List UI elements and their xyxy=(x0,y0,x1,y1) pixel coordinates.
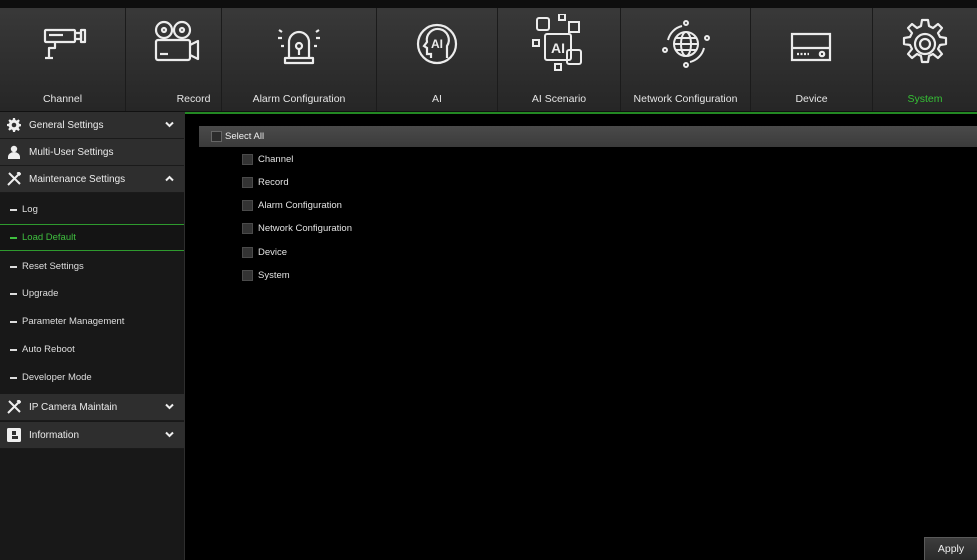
sidebar-item-label: Auto Reboot xyxy=(22,344,75,355)
gear-icon xyxy=(7,118,21,132)
option-checkbox[interactable] xyxy=(242,153,253,165)
nav-label: Network Configuration xyxy=(633,93,738,105)
option-checkbox[interactable] xyxy=(242,246,253,258)
apply-button[interactable]: Apply xyxy=(924,537,977,560)
alarm-siren-icon xyxy=(269,14,329,74)
option-network-configuration[interactable]: Network Configuration xyxy=(242,221,352,235)
top-strip xyxy=(0,0,977,8)
sidebar-information[interactable]: Information xyxy=(0,422,184,449)
option-label: Alarm Configuration xyxy=(258,199,342,211)
option-checkbox[interactable] xyxy=(242,176,253,188)
sidebar-item-developer-mode[interactable]: Developer Mode xyxy=(0,364,184,391)
nav-channel[interactable]: Channel xyxy=(0,8,126,111)
dash-icon xyxy=(10,376,17,379)
gear-icon xyxy=(895,14,955,74)
option-label: Network Configuration xyxy=(258,222,352,234)
option-label: Channel xyxy=(258,153,294,165)
dash-icon xyxy=(10,292,17,295)
svg-text:AI: AI xyxy=(431,37,443,51)
nav-label: AI xyxy=(432,93,442,105)
sidebar-item-label: Reset Settings xyxy=(22,261,84,272)
nav-label: Alarm Configuration xyxy=(252,93,346,105)
sidebar: General Settings Multi-User Settings Mai… xyxy=(0,112,185,560)
nav-ai-scenario[interactable]: AI AI Scenario xyxy=(498,8,621,111)
chevron-down-icon xyxy=(165,121,174,128)
cctv-camera-icon xyxy=(33,14,93,74)
option-channel[interactable]: Channel xyxy=(242,152,293,166)
dash-icon xyxy=(10,236,17,239)
sidebar-item-log[interactable]: Log xyxy=(0,196,184,223)
option-record[interactable]: Record xyxy=(242,175,289,189)
select-all-row[interactable]: Select All xyxy=(199,126,977,147)
ai-head-icon: AI xyxy=(407,14,467,74)
sidebar-head-label: General Settings xyxy=(29,119,104,131)
select-all-label: Select All xyxy=(225,131,265,142)
tools-icon xyxy=(7,400,21,414)
nav-device[interactable]: Device xyxy=(751,8,873,111)
sidebar-item-load-default[interactable]: Load Default xyxy=(0,224,184,251)
chevron-down-icon xyxy=(165,431,174,438)
sidebar-item-label: Developer Mode xyxy=(22,372,92,383)
option-label: Device xyxy=(258,246,288,258)
sidebar-general-settings[interactable]: General Settings xyxy=(0,112,184,139)
nav-label: System xyxy=(907,93,943,105)
option-alarm-configuration[interactable]: Alarm Configuration xyxy=(242,198,342,212)
nav-ai[interactable]: AI AI xyxy=(377,8,498,111)
tools-icon xyxy=(7,172,21,186)
nav-system[interactable]: System xyxy=(873,8,977,111)
chevron-down-icon xyxy=(165,403,174,410)
option-label: Record xyxy=(258,176,289,188)
svg-text:AI: AI xyxy=(551,40,565,56)
user-icon xyxy=(7,145,21,159)
option-label: System xyxy=(258,269,290,281)
sidebar-head-label: IP Camera Maintain xyxy=(29,401,118,413)
film-camera-icon xyxy=(144,14,204,74)
option-system[interactable]: System xyxy=(242,268,290,282)
dash-icon xyxy=(10,265,17,268)
chevron-up-icon xyxy=(165,175,174,182)
select-all-checkbox[interactable] xyxy=(211,131,222,142)
option-device[interactable]: Device xyxy=(242,245,287,259)
info-icon xyxy=(7,428,21,442)
nav-label: Device xyxy=(795,93,828,105)
ai-scenario-icon: AI xyxy=(529,13,589,74)
dash-icon xyxy=(10,320,17,323)
sidebar-maintenance-settings[interactable]: Maintenance Settings xyxy=(0,166,184,193)
sidebar-item-label: Parameter Management xyxy=(22,316,125,327)
sidebar-item-label: Log xyxy=(22,204,38,215)
dash-icon xyxy=(10,348,17,351)
sidebar-head-label: Multi-User Settings xyxy=(29,146,114,158)
active-panel-border xyxy=(185,112,977,114)
sidebar-item-reset-settings[interactable]: Reset Settings xyxy=(0,253,184,280)
nav-alarm-configuration[interactable]: Alarm Configuration xyxy=(222,8,377,111)
network-globe-icon xyxy=(656,14,716,74)
nav-label: AI Scenario xyxy=(531,93,587,105)
sidebar-item-auto-reboot[interactable]: Auto Reboot xyxy=(0,336,184,363)
option-checkbox[interactable] xyxy=(242,199,253,211)
nav-label: Channel xyxy=(42,93,83,105)
sidebar-multi-user-settings[interactable]: Multi-User Settings xyxy=(0,139,184,166)
sidebar-item-upgrade[interactable]: Upgrade xyxy=(0,280,184,307)
main-panel: Select All Channel Record Alarm Configur… xyxy=(185,112,977,560)
nav-record[interactable]: Record xyxy=(126,8,222,111)
nav-network-configuration[interactable]: Network Configuration xyxy=(621,8,751,111)
hard-drive-icon xyxy=(782,14,842,74)
sidebar-item-label: Upgrade xyxy=(22,288,59,299)
dash-icon xyxy=(10,208,17,211)
sidebar-item-label: Load Default xyxy=(22,232,76,243)
option-checkbox[interactable] xyxy=(242,269,253,281)
nav-label: Record xyxy=(176,93,211,105)
sidebar-head-label: Information xyxy=(29,429,80,441)
option-checkbox[interactable] xyxy=(242,222,253,234)
sidebar-item-parameter-management[interactable]: Parameter Management xyxy=(0,308,184,335)
top-navigation-bar: Channel Record Alarm Configuration AI AI… xyxy=(0,0,977,112)
sidebar-ip-camera-maintain[interactable]: IP Camera Maintain xyxy=(0,394,184,421)
sidebar-head-label: Maintenance Settings xyxy=(29,173,126,185)
